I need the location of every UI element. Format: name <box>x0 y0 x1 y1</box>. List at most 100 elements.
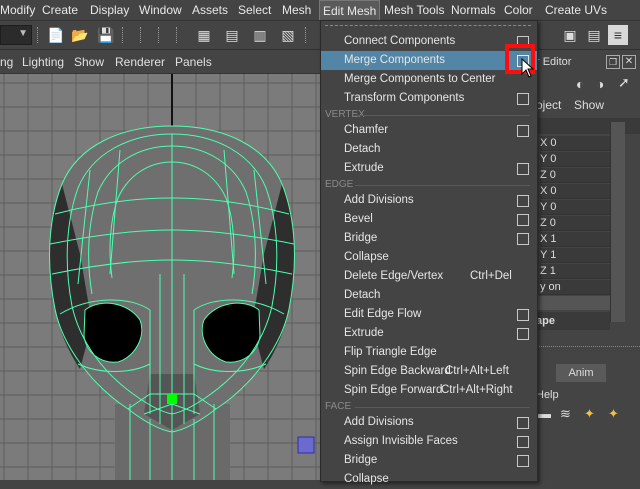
menu-item-spin-edge-backward[interactable]: Spin Edge Backward Ctrl+Alt+Left <box>321 362 537 381</box>
menu-item-label: Add Divisions <box>344 194 414 206</box>
tab-object[interactable]: oject <box>536 98 561 112</box>
viewport-menu-lighting[interactable]: Lighting <box>22 51 64 73</box>
help-menu[interactable]: Help <box>536 386 559 404</box>
layer-icon[interactable]: ▬ <box>538 406 551 421</box>
attr-row[interactable]: X 1 <box>540 232 610 247</box>
menu-edit-mesh[interactable]: Edit Mesh <box>319 0 381 20</box>
option-box-icon[interactable] <box>517 214 529 226</box>
attr-row[interactable]: Y 1 <box>540 248 610 263</box>
menu-item-label: Merge Components to Center <box>344 73 496 85</box>
menu-create[interactable]: Create <box>42 0 78 20</box>
menu-item-add-divisions-face[interactable]: Add Divisions <box>321 413 537 432</box>
menu-item-label: Bevel <box>344 213 373 225</box>
menu-modify[interactable]: Modify <box>0 0 35 20</box>
menu-item-edit-edge-flow[interactable]: Edit Edge Flow <box>321 305 537 324</box>
edit-mesh-menu: Connect Components Merge Components Merg… <box>320 20 538 485</box>
attr-row[interactable]: Y 0 <box>540 152 610 167</box>
viewport-menu-renderer[interactable]: Renderer <box>115 51 165 73</box>
menu-item-bevel[interactable]: Bevel <box>321 210 537 229</box>
float-panel-icon[interactable]: ❐ <box>606 55 620 69</box>
3d-viewport[interactable] <box>0 74 320 480</box>
tab-anim[interactable]: Anim <box>556 364 606 382</box>
section-face: FACE <box>325 401 531 412</box>
pick-icon[interactable]: ➚ <box>618 74 630 91</box>
viewport-menu-panels[interactable]: Panels <box>175 51 212 73</box>
menu-item-label: Extrude <box>344 327 384 339</box>
menu-item-bridge-face[interactable]: Bridge <box>321 451 537 470</box>
save-icon[interactable]: 💾 <box>96 25 116 45</box>
option-box-icon[interactable] <box>517 233 529 245</box>
menu-item-label: Merge Components <box>344 54 445 66</box>
menu-item-spin-edge-forward[interactable]: Spin Edge Forward Ctrl+Alt+Right <box>321 381 537 400</box>
menu-select[interactable]: Select <box>238 0 271 20</box>
select-tool-icon[interactable]: ▦ <box>194 25 214 45</box>
tab-show[interactable]: Show <box>574 98 604 112</box>
attr-row[interactable]: Z 0 <box>540 168 610 183</box>
menu-item-assign-invisible-faces[interactable]: Assign Invisible Faces <box>321 432 537 451</box>
menu-normals[interactable]: Normals <box>451 0 496 20</box>
toolbar-separator <box>122 27 125 43</box>
menu-item-chamfer[interactable]: Chamfer <box>321 121 537 140</box>
menu-item-label: Detach <box>344 143 381 155</box>
option-box-icon[interactable] <box>517 436 529 448</box>
menu-item-transform-components[interactable]: Transform Components <box>321 89 537 108</box>
new-layer-selected-icon[interactable]: ✦ <box>608 406 619 422</box>
menu-item-extrude-edge[interactable]: Extrude <box>321 324 537 343</box>
option-box-icon[interactable] <box>517 163 529 175</box>
option-box-icon[interactable] <box>517 328 529 340</box>
menu-item-detach-edge[interactable]: Detach <box>321 286 537 305</box>
menu-mesh[interactable]: Mesh <box>282 0 311 20</box>
menu-item-extrude-vertex[interactable]: Extrude <box>321 159 537 178</box>
menu-assets[interactable]: Assets <box>192 0 228 20</box>
tear-off-handle[interactable] <box>325 25 531 29</box>
option-box-icon[interactable] <box>517 309 529 321</box>
stack-icon[interactable]: ≋ <box>560 406 571 422</box>
section-header[interactable]: ape <box>536 312 610 330</box>
attr-row[interactable]: y on <box>540 280 610 295</box>
render-icon[interactable]: ▣ <box>560 25 580 45</box>
panel-splitter[interactable] <box>536 346 640 349</box>
option-box-icon[interactable] <box>517 417 529 429</box>
menu-item-label: Assign Invisible Faces <box>344 435 458 447</box>
layout-icon[interactable]: ≡ <box>608 25 628 45</box>
menu-item-add-divisions-edge[interactable]: Add Divisions <box>321 191 537 210</box>
render-settings-icon[interactable]: ▤ <box>584 25 604 45</box>
camera-icon[interactable]: ◐ <box>576 76 584 92</box>
close-icon[interactable]: ✕ <box>622 55 636 69</box>
menu-item-collapse-edge[interactable]: Collapse <box>321 248 537 267</box>
folder-open-icon[interactable]: 📂 <box>70 25 90 45</box>
option-box-icon[interactable] <box>517 455 529 467</box>
panel-scrollbar[interactable] <box>610 122 625 322</box>
option-box-icon[interactable] <box>517 93 529 105</box>
attr-row[interactable]: Z 1 <box>540 264 610 279</box>
viewport-menu-shading[interactable]: ng <box>0 51 13 73</box>
attr-row[interactable]: Z 0 <box>540 216 610 231</box>
menu-item-label: Detach <box>344 289 381 301</box>
menu-color[interactable]: Color <box>504 0 533 20</box>
menu-item-label: Extrude <box>344 162 384 174</box>
attr-row[interactable]: Y 0 <box>540 200 610 215</box>
menu-item-label: Collapse <box>344 251 389 263</box>
menu-window[interactable]: Window <box>139 0 182 20</box>
menu-item-detach-vertex[interactable]: Detach <box>321 140 537 159</box>
shading-icon[interactable]: ◑ <box>596 76 604 92</box>
menu-item-bridge-edge[interactable]: Bridge <box>321 229 537 248</box>
new-scene-icon[interactable]: 📄 <box>46 25 66 45</box>
mode-dropdown[interactable]: ▼ <box>0 25 32 45</box>
menu-create-uvs[interactable]: Create UVs <box>545 0 607 20</box>
snap-icon[interactable]: ▧ <box>278 25 298 45</box>
viewport-menu-show[interactable]: Show <box>74 51 104 73</box>
menu-display[interactable]: Display <box>90 0 129 20</box>
panel-spacer <box>536 296 610 310</box>
menu-mesh-tools[interactable]: Mesh Tools <box>384 0 444 20</box>
new-layer-icon[interactable]: ✦ <box>584 406 595 422</box>
attr-row[interactable]: X 0 <box>540 184 610 199</box>
lasso-tool-icon[interactable]: ▤ <box>222 25 242 45</box>
paint-select-icon[interactable]: ▥ <box>250 25 270 45</box>
menu-item-flip-triangle-edge[interactable]: Flip Triangle Edge <box>321 343 537 362</box>
menu-item-delete-edge-vertex[interactable]: Delete Edge/Vertex Ctrl+Del <box>321 267 537 286</box>
option-box-icon[interactable] <box>517 125 529 137</box>
attr-row[interactable]: X 0 <box>540 136 610 151</box>
option-box-icon[interactable] <box>517 195 529 207</box>
toolbar-separator <box>37 27 40 43</box>
